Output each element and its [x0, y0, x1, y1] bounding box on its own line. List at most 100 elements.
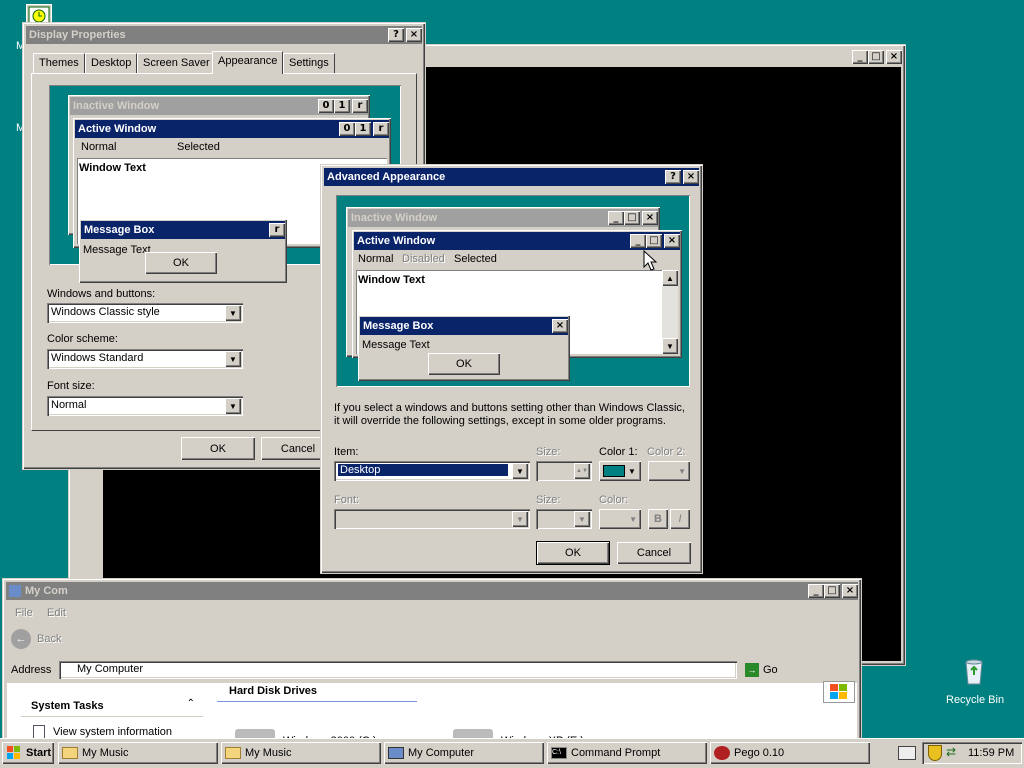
security-shield-icon[interactable] — [928, 745, 942, 761]
windows-logo-icon — [7, 746, 20, 759]
back-button[interactable]: ← Back — [11, 629, 61, 649]
display-properties-titlebar[interactable]: Display Properties ? × — [26, 26, 422, 44]
windows-and-buttons-select[interactable]: Windows Classic style ▼ — [47, 303, 243, 323]
go-button[interactable]: → Go — [745, 663, 778, 677]
font-size-label: Font size: — [47, 380, 95, 392]
chevron-down-icon[interactable]: ▼ — [512, 463, 528, 479]
minimize-icon[interactable]: _ — [808, 584, 824, 598]
address-label: Address — [11, 664, 52, 676]
tab-appearance[interactable]: Appearance — [212, 51, 284, 74]
color1-picker[interactable]: ▼ — [599, 461, 641, 481]
advanced-appearance-dialog[interactable]: Advanced Appearance ? × Inactive Window … — [320, 164, 703, 574]
close-icon: r — [373, 122, 389, 136]
preview-window-text: Window Text — [79, 162, 146, 174]
preview-ok-button: OK — [145, 252, 217, 274]
font-select: ▼ — [334, 509, 530, 529]
taskbar-button-pego[interactable]: Pego 0.10 — [710, 742, 870, 764]
info-text-line-2: it will override the following settings,… — [334, 415, 666, 427]
menu-file[interactable]: File — [15, 607, 33, 619]
tab-desktop[interactable]: Desktop — [85, 53, 138, 73]
preview-inactive-title: Inactive Window — [73, 100, 160, 112]
item-select[interactable]: Desktop ▼ — [334, 461, 530, 481]
bold-button: B — [648, 509, 668, 529]
mouse-cursor-icon — [643, 250, 657, 271]
folder-icon — [225, 747, 241, 759]
info-text-line-1: If you select a windows and buttons sett… — [334, 402, 685, 414]
console-icon: C:\ — [551, 747, 567, 759]
clock[interactable]: 11:59 PM — [968, 747, 1014, 759]
view-system-info-link[interactable]: View system information — [33, 725, 172, 739]
keyboard-icon[interactable] — [898, 746, 916, 760]
help-icon[interactable]: ? — [388, 28, 404, 42]
windows-and-buttons-label: Windows and buttons: — [47, 288, 156, 300]
close-icon[interactable]: × — [406, 28, 422, 42]
adv-preview-message-text: Message Text — [362, 339, 430, 351]
tab-screen-saver[interactable]: Screen Saver — [137, 53, 216, 73]
network-icon[interactable]: ⇄ — [946, 745, 962, 761]
address-input[interactable]: My Computer — [59, 661, 737, 679]
color2-label: Color 2: — [647, 446, 686, 458]
color-scheme-value: Windows Standard — [51, 352, 144, 364]
font-color-picker: ▼ — [599, 509, 641, 529]
view-system-info-label: View system information — [53, 726, 173, 738]
close-icon[interactable]: × — [842, 584, 858, 598]
adv-preview-active-title: Active Window — [357, 235, 436, 247]
color1-swatch — [603, 465, 625, 477]
taskbar-label: Command Prompt — [571, 747, 661, 759]
preview-message-text: Message Text — [83, 244, 151, 256]
start-button[interactable]: Start — [2, 742, 54, 764]
italic-button: I — [670, 509, 690, 529]
chevron-down-icon[interactable]: ▼ — [225, 305, 241, 321]
close-icon: × — [664, 234, 680, 248]
adv-preview-message-box[interactable]: Message Box × Message Text OK — [358, 315, 570, 381]
maximize-icon[interactable]: □ — [868, 50, 884, 64]
collapse-chevron-icon[interactable]: ⌃ — [187, 698, 195, 709]
minimize-icon: _ — [630, 234, 646, 248]
taskbar-label: My Music — [245, 747, 292, 759]
address-value: My Computer — [77, 663, 144, 675]
tab-themes[interactable]: Themes — [33, 53, 85, 73]
close-icon[interactable]: × — [683, 170, 699, 184]
windows-logo-icon — [823, 681, 855, 703]
close-icon[interactable]: × — [886, 50, 902, 64]
tab-settings[interactable]: Settings — [283, 53, 335, 73]
menu-edit[interactable]: Edit — [47, 607, 66, 619]
recycle-bin-icon[interactable] — [958, 656, 990, 688]
font-size-select-adv: ▼ — [536, 509, 592, 529]
color-scheme-label: Color scheme: — [47, 333, 118, 345]
font-size-select[interactable]: Normal ▼ — [47, 396, 243, 416]
font-label: Font: — [334, 494, 360, 506]
color1-label: Color 1: — [599, 446, 638, 458]
system-tasks-title: System Tasks — [31, 700, 104, 712]
hdd-divider — [217, 701, 417, 702]
taskbar-button-command-prompt[interactable]: C:\ Command Prompt — [547, 742, 707, 764]
back-label: Back — [37, 633, 62, 645]
help-icon[interactable]: ? — [665, 170, 681, 184]
info-doc-icon — [33, 725, 45, 739]
advanced-appearance-titlebar[interactable]: Advanced Appearance ? × — [324, 168, 699, 186]
recycle-bin-label: Recycle Bin — [946, 694, 1005, 706]
adv-ok-button[interactable]: OK — [536, 541, 610, 565]
chevron-down-icon: ▼ — [628, 466, 636, 476]
preview-message-box: Message Box r Message Text OK — [79, 219, 287, 283]
system-tasks-panel[interactable]: System Tasks ⌃ — [21, 695, 203, 717]
folder-icon — [62, 747, 78, 759]
color-scheme-select[interactable]: Windows Standard ▼ — [47, 349, 243, 369]
chevron-down-icon[interactable]: ▼ — [225, 351, 241, 367]
taskbar-button-my-music-1[interactable]: My Music — [58, 742, 218, 764]
hard-disk-drives-heading: Hard Disk Drives — [229, 685, 318, 697]
preview-active-title: Active Window — [78, 123, 157, 135]
taskbar-button-my-music-2[interactable]: My Music — [221, 742, 381, 764]
taskbar-label: Pego 0.10 — [734, 747, 785, 759]
computer-icon — [9, 585, 21, 597]
advanced-preview[interactable]: Inactive Window _ □ × Active Window _ □ … — [336, 195, 690, 387]
minimize-icon[interactable]: _ — [852, 50, 868, 64]
ok-button[interactable]: OK — [181, 437, 255, 460]
my-computer-window[interactable]: My Com _ □ × File Edit ← Back Address My… — [2, 578, 862, 748]
maximize-icon[interactable]: □ — [824, 584, 840, 598]
my-computer-titlebar[interactable]: My Com _ □ × — [6, 582, 858, 600]
adv-preview-menu-selected: Selected — [454, 253, 497, 265]
taskbar-button-my-computer[interactable]: My Computer — [384, 742, 544, 764]
chevron-down-icon[interactable]: ▼ — [225, 398, 241, 414]
adv-cancel-button[interactable]: Cancel — [617, 542, 691, 564]
